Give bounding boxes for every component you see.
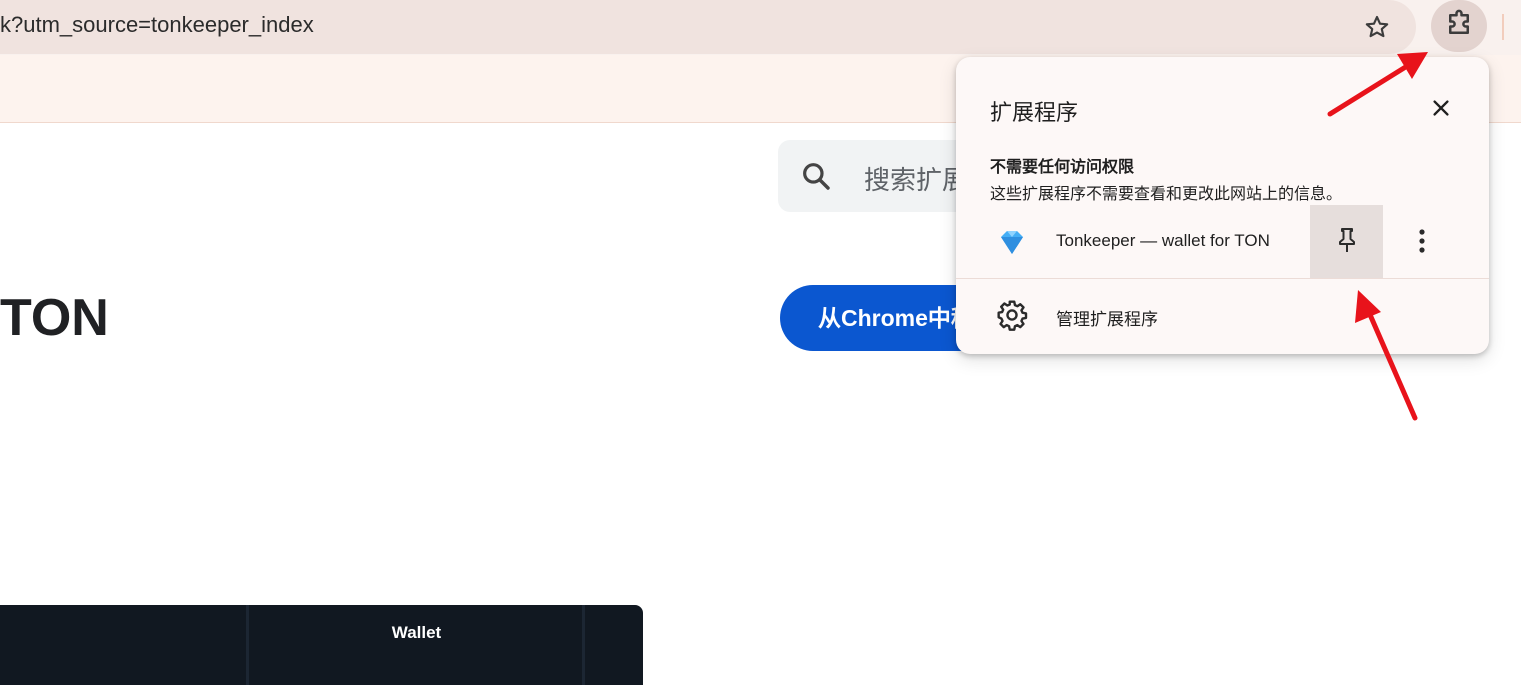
pin-icon <box>1335 226 1359 258</box>
extension-name[interactable]: Tonkeeper — wallet for TON <box>1056 231 1270 251</box>
manage-extensions-item[interactable]: 管理扩展程序 <box>956 279 1489 351</box>
section-description: 这些扩展程序不需要查看和更改此网站上的信息。 <box>990 184 1343 203</box>
section-title: 不需要任何访问权限 <box>990 157 1135 176</box>
search-placeholder[interactable]: 搜索扩展 <box>864 160 968 197</box>
address-bar[interactable]: k?utm_source=tonkeeper_index <box>0 0 1416 54</box>
screenshot-preview-panel: Wallet <box>0 605 643 685</box>
tonkeeper-diamond-icon <box>998 228 1026 260</box>
browser-toolbar: k?utm_source=tonkeeper_index <box>0 0 1521 55</box>
column-separator <box>582 605 585 685</box>
puzzle-icon <box>1444 9 1474 43</box>
more-vert-icon[interactable] <box>1402 221 1442 261</box>
extensions-button[interactable] <box>1431 0 1487 52</box>
page-title: TON <box>0 289 109 347</box>
search-icon <box>800 160 832 196</box>
extensions-popup: 扩展程序 不需要任何访问权限 这些扩展程序不需要查看和更改此网站上的信息。 To… <box>956 57 1489 354</box>
url-text[interactable]: k?utm_source=tonkeeper_index <box>0 12 314 38</box>
wallet-header: Wallet <box>391 623 442 642</box>
column-separator <box>246 605 249 685</box>
pin-button[interactable] <box>1310 205 1383 278</box>
gear-icon <box>996 299 1028 335</box>
close-icon[interactable] <box>1426 93 1456 123</box>
toolbar-divider <box>1502 14 1504 40</box>
manage-extensions-label[interactable]: 管理扩展程序 <box>1056 305 1158 330</box>
star-icon[interactable] <box>1360 10 1394 44</box>
popup-title: 扩展程序 <box>990 101 1079 126</box>
extension-item[interactable]: Tonkeeper — wallet for TON <box>956 205 1489 278</box>
